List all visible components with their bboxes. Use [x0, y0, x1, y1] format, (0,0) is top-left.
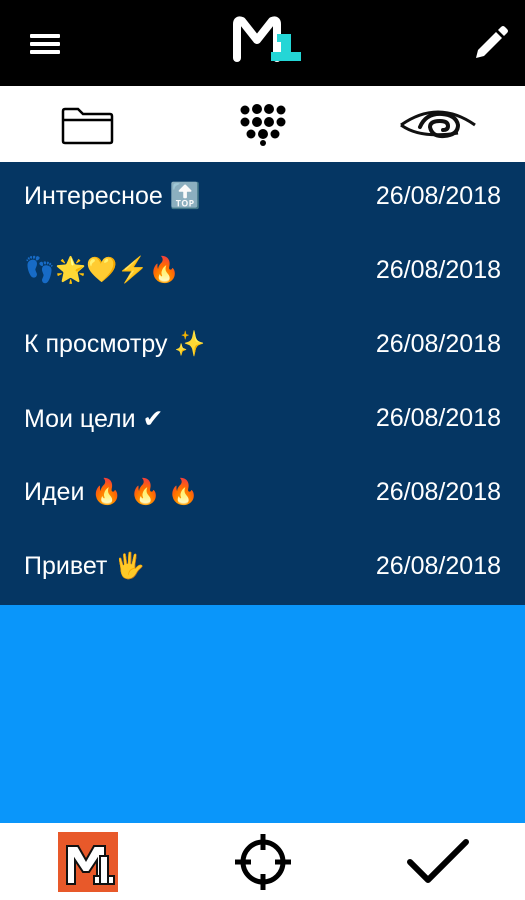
note-date: 26/08/2018 — [375, 478, 501, 506]
note-title: Интересное 🔝 — [24, 182, 201, 210]
tab-bar — [0, 86, 525, 164]
notes-list: Интересное 🔝 26/08/2018 👣🌟💛⚡🔥 26/08/2018… — [0, 162, 525, 605]
app-logo-orange-icon — [57, 831, 118, 892]
crosshair-target-icon — [234, 833, 291, 890]
tab-eye[interactable] — [350, 86, 525, 164]
list-item[interactable]: Интересное 🔝 26/08/2018 — [0, 162, 525, 236]
app-logo-icon — [233, 16, 301, 62]
list-item[interactable]: Идеи 🔥 🔥 🔥 26/08/2018 — [0, 458, 525, 532]
tab-folders[interactable] — [0, 86, 175, 164]
tab-dialpad[interactable] — [175, 86, 350, 164]
list-item[interactable]: Мои цели ✔ 26/08/2018 — [0, 384, 525, 458]
note-date: 26/08/2018 — [375, 256, 501, 284]
bottom-nav-target[interactable] — [175, 823, 350, 900]
app-header — [0, 0, 525, 86]
note-title: 👣🌟💛⚡🔥 — [24, 256, 180, 284]
list-item[interactable]: К просмотру ✨ 26/08/2018 — [0, 310, 525, 384]
note-title: Идеи 🔥 🔥 🔥 — [24, 478, 199, 506]
empty-content-area — [0, 605, 525, 823]
dial-pad-icon — [240, 104, 285, 146]
eye-icon — [399, 110, 476, 139]
note-date: 26/08/2018 — [375, 330, 501, 358]
folder-icon — [61, 107, 113, 145]
bottom-nav-home[interactable] — [0, 823, 175, 900]
note-title: К просмотру ✨ — [24, 330, 206, 358]
bottom-nav-done[interactable] — [350, 823, 525, 900]
checkmark-icon — [406, 838, 469, 883]
note-title: Привет 🖐 — [24, 552, 146, 580]
hamburger-menu-icon[interactable] — [26, 28, 66, 60]
note-date: 26/08/2018 — [375, 552, 501, 580]
note-date: 26/08/2018 — [375, 182, 501, 210]
list-item[interactable]: Привет 🖐 26/08/2018 — [0, 532, 525, 606]
note-title: Мои цели ✔ — [24, 405, 164, 433]
pencil-icon[interactable] — [470, 24, 510, 64]
list-item[interactable]: 👣🌟💛⚡🔥 26/08/2018 — [0, 236, 525, 310]
bottom-nav — [0, 823, 525, 900]
note-date: 26/08/2018 — [375, 404, 501, 432]
